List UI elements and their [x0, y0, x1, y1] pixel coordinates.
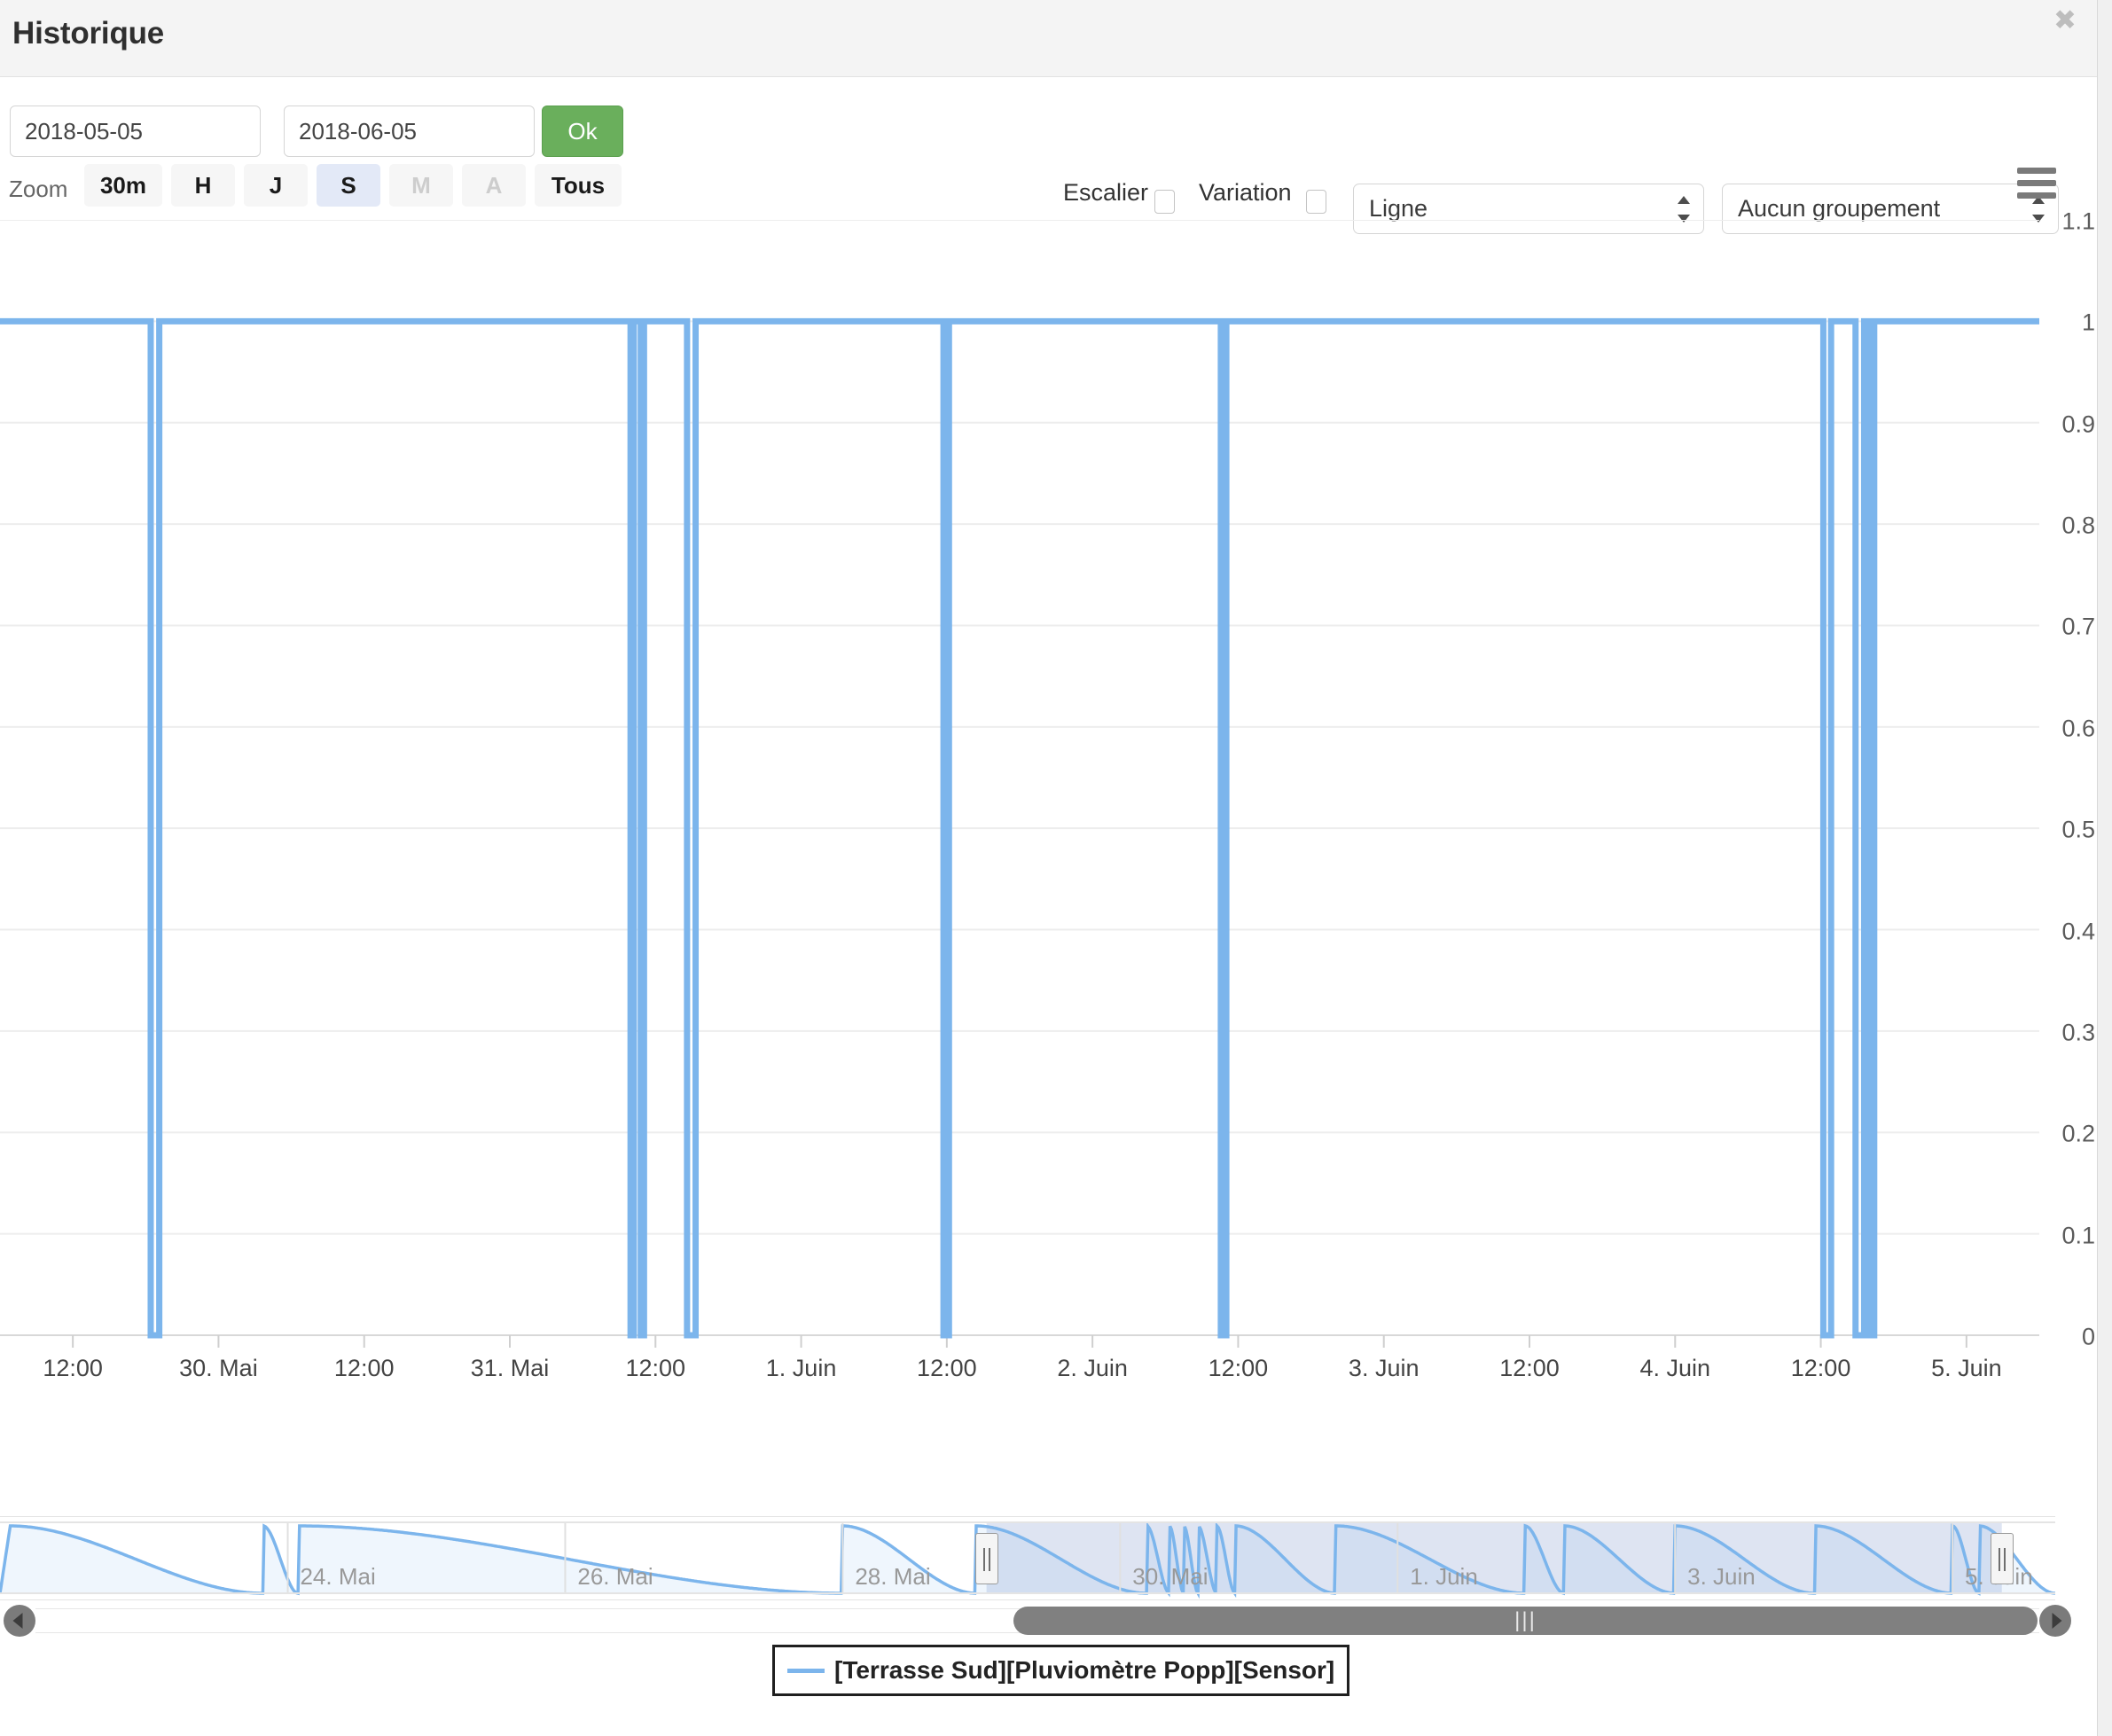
ok-button[interactable]: Ok: [542, 106, 623, 157]
x-axis-tick-label: 30. Mai: [179, 1355, 258, 1381]
x-axis-tick-label: 3. Juin: [1348, 1355, 1420, 1381]
x-axis-tick-label: 12:00: [625, 1355, 686, 1381]
modal-header: Historique: [0, 0, 2097, 77]
zoom-button-tous[interactable]: Tous: [535, 164, 622, 207]
y-axis-tick-label: 0.7: [2061, 613, 2095, 640]
x-axis-tick-label: 12:00: [917, 1355, 977, 1381]
historique-modal: Historique ✖ Ok Escalier Variation Ligne…: [0, 0, 2112, 1736]
end-date-input[interactable]: [284, 106, 535, 157]
y-axis-tick-label: 1: [2081, 309, 2095, 336]
scrollbar-grip-icon: |||: [1514, 1608, 1537, 1632]
navigator-date-label: 1. Juin: [1410, 1563, 1478, 1590]
zoom-button-30m[interactable]: 30m: [84, 164, 162, 207]
y-axis-tick-label: 0: [2081, 1323, 2095, 1350]
x-axis-tick-label: 12:00: [1208, 1355, 1269, 1381]
zoom-button-j[interactable]: J: [244, 164, 308, 207]
legend-color-swatch: [787, 1668, 825, 1673]
scrollbar-thumb[interactable]: |||: [1013, 1607, 2038, 1635]
x-axis-tick-label: 31. Mai: [470, 1355, 550, 1381]
x-axis-tick-label: 2. Juin: [1057, 1355, 1128, 1381]
zoom-label: Zoom: [9, 176, 68, 202]
chart-navigator[interactable]: 24. Mai 26. Mai 28. Mai 30. Mai 1. Juin 3. Ju…: [0, 1516, 2056, 1600]
x-axis-tick-label: 12:00: [1499, 1355, 1560, 1381]
y-axis-tick-label: 0.8: [2061, 512, 2095, 539]
chart-container: 1.1 1 0.9 0.8 0.7 0.6 0.5 0.4 0.3 0.2 0.1 0 12:00 30…: [0, 208, 2097, 1452]
chart-legend[interactable]: [Terrasse Sud][Pluviomètre Popp][Sensor]: [772, 1645, 1350, 1696]
x-axis-tick-label: 4. Juin: [1639, 1355, 1711, 1381]
y-axis-tick-label: 0.4: [2061, 918, 2095, 945]
toolbar: Ok Escalier Variation Ligne Aucun groupe…: [0, 77, 2097, 234]
x-axis-tick-label: 12:00: [1790, 1355, 1851, 1381]
navigator-handle-left[interactable]: [974, 1533, 998, 1584]
close-icon[interactable]: ✖: [2053, 7, 2077, 35]
zoom-button-s[interactable]: S: [317, 164, 380, 207]
zoom-range-selector: Zoom 30m H J S M A Tous: [0, 164, 2097, 217]
page-title: Historique: [12, 16, 165, 51]
chart-scrollbar[interactable]: |||: [0, 1603, 2075, 1638]
zoom-button-m: M: [389, 164, 453, 207]
window-scroll-gutter: [2097, 0, 2112, 1736]
y-axis-tick-label: 0.2: [2061, 1120, 2095, 1147]
navigator-date-label: 3. Juin: [1687, 1563, 1756, 1590]
navigator-date-label: 28. Mai: [855, 1563, 931, 1590]
x-axis-tick-label: 12:00: [333, 1355, 395, 1381]
x-axis-tick-label: 1. Juin: [765, 1355, 837, 1381]
navigator-date-label: 24. Mai: [300, 1563, 376, 1590]
zoom-button-h[interactable]: H: [171, 164, 235, 207]
start-date-input[interactable]: [10, 106, 261, 157]
navigator-handle-right[interactable]: [1990, 1533, 2014, 1584]
hamburger-menu-icon[interactable]: [2017, 168, 2056, 199]
y-axis-tick-label: 0.9: [2061, 411, 2095, 438]
navigator-date-label: 26. Mai: [577, 1563, 653, 1590]
y-axis-tick-label: 0.1: [2061, 1222, 2095, 1249]
chart-plot-area[interactable]: [0, 220, 2039, 1430]
y-axis-tick-label: 0.3: [2061, 1019, 2095, 1046]
y-axis-tick-label: 1.1: [2061, 207, 2095, 235]
x-axis-tick-label: 5. Juin: [1931, 1355, 2002, 1381]
x-axis-tick-label: 12:00: [43, 1355, 103, 1381]
arrow-left-icon[interactable]: [4, 1605, 35, 1637]
legend-item-label: [Terrasse Sud][Pluviomètre Popp][Sensor]: [834, 1656, 1335, 1684]
y-axis-tick-label: 0.5: [2061, 816, 2095, 843]
y-axis-tick-label: 0.6: [2061, 715, 2095, 742]
navigator-date-label: 30. Mai: [1132, 1563, 1209, 1590]
arrow-right-icon[interactable]: [2039, 1605, 2071, 1637]
zoom-button-a: A: [462, 164, 526, 207]
navigator-series: [0, 1517, 2056, 1606]
